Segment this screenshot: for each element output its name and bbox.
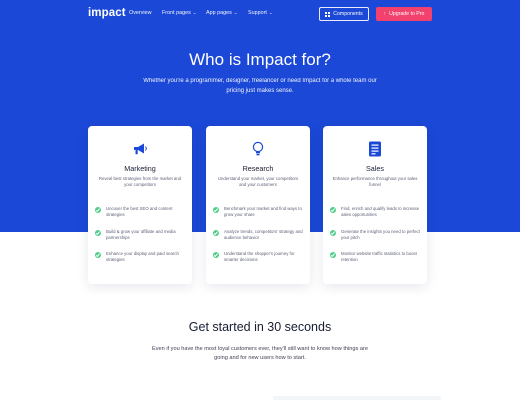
card-title: Sales (366, 164, 384, 173)
feature-item: Generate the insights you need to perfec… (330, 229, 422, 242)
chevron-down-icon: ⌄ (268, 10, 273, 15)
feature-text: Understand the shopper's journey for sma… (224, 251, 295, 263)
chevron-down-icon: ⌄ (192, 10, 197, 15)
card-title: Marketing (124, 164, 156, 173)
components-button[interactable]: Components (319, 7, 369, 21)
top-navbar: impact Overview Front pages ⌄ App pages ⌄ … (0, 0, 520, 28)
upgrade-button[interactable]: ↑ Upgrade to Pro (376, 7, 432, 21)
feature-text: Enhance your display and paid search str… (106, 251, 179, 263)
check-icon (95, 206, 101, 213)
nav-item-label: Overview (129, 10, 152, 16)
feature-item: Uncover the best SEO and content strateg… (95, 206, 187, 219)
nav-item-support[interactable]: Support ⌄ (248, 10, 273, 16)
logo[interactable]: impact (88, 7, 126, 19)
check-icon (213, 206, 219, 213)
document-icon (366, 140, 384, 158)
feature-text: Build & grow your affiliate and media pa… (106, 229, 176, 241)
feature-text: Find, enrich and qualify leads to increa… (341, 206, 420, 218)
chevron-down-icon: ⌄ (233, 10, 238, 15)
feature-text: Monitor website traffic statistics to bo… (341, 251, 417, 263)
nav-item-label: App pages (206, 10, 232, 16)
feature-item: Understand the shopper's journey for sma… (213, 251, 305, 264)
hero-subtitle: Whether you're a programmer, designer, f… (143, 78, 377, 94)
feature-item: Analyze trends, competitors' strategy an… (213, 229, 305, 242)
feature-text: Benchmark your market and find ways to g… (224, 206, 302, 218)
nav-item-label: Front pages (162, 10, 191, 16)
grid-icon (325, 11, 331, 17)
card-description: Enhance performance throughout your sale… (332, 176, 418, 188)
feature-item: Monitor website traffic statistics to bo… (330, 251, 422, 264)
check-icon (95, 229, 101, 236)
feature-item: Benchmark your market and find ways to g… (213, 206, 305, 219)
check-icon (213, 251, 219, 258)
check-icon (213, 229, 219, 236)
megaphone-icon (131, 140, 149, 158)
card-description: Reveal best strategies from the market a… (98, 176, 182, 188)
card-sales: Sales Enhance performance throughout you… (323, 126, 427, 284)
card-title: Research (242, 164, 274, 173)
feature-item: Find, enrich and qualify leads to increa… (330, 206, 422, 219)
check-icon (330, 251, 336, 258)
section-title: Get started in 30 seconds (188, 320, 332, 334)
nav-item-front-pages[interactable]: Front pages ⌄ (162, 10, 197, 16)
content-panel-edge (273, 396, 441, 400)
feature-text: Analyze trends, competitors' strategy an… (224, 229, 303, 241)
components-button-label: Components (333, 11, 363, 17)
nav-item-overview[interactable]: Overview (129, 10, 151, 16)
lightbulb-icon (249, 140, 267, 158)
card-description: Understand your market, your competitors… (217, 176, 299, 188)
card-marketing: Marketing Reveal best strategies from th… (88, 126, 192, 284)
feature-item: Enhance your display and paid search str… (95, 251, 187, 264)
nav-item-app-pages[interactable]: App pages ⌄ (206, 10, 238, 16)
upgrade-button-label: Upgrade to Pro (389, 11, 425, 17)
feature-item: Build & grow your affiliate and media pa… (95, 229, 187, 242)
check-icon (330, 206, 336, 213)
check-icon (330, 229, 336, 236)
feature-text: Generate the insights you need to perfec… (341, 229, 420, 241)
hero-title: Who is Impact for? (189, 50, 331, 69)
check-icon (95, 251, 101, 258)
arrow-up-icon: ↑ (383, 11, 387, 17)
nav-item-label: Support (248, 10, 267, 16)
feature-text: Uncover the best SEO and content strateg… (106, 206, 173, 218)
section-subtitle: Even if you have the most loyal customer… (152, 346, 368, 361)
card-research: Research Understand your market, your co… (206, 126, 310, 284)
